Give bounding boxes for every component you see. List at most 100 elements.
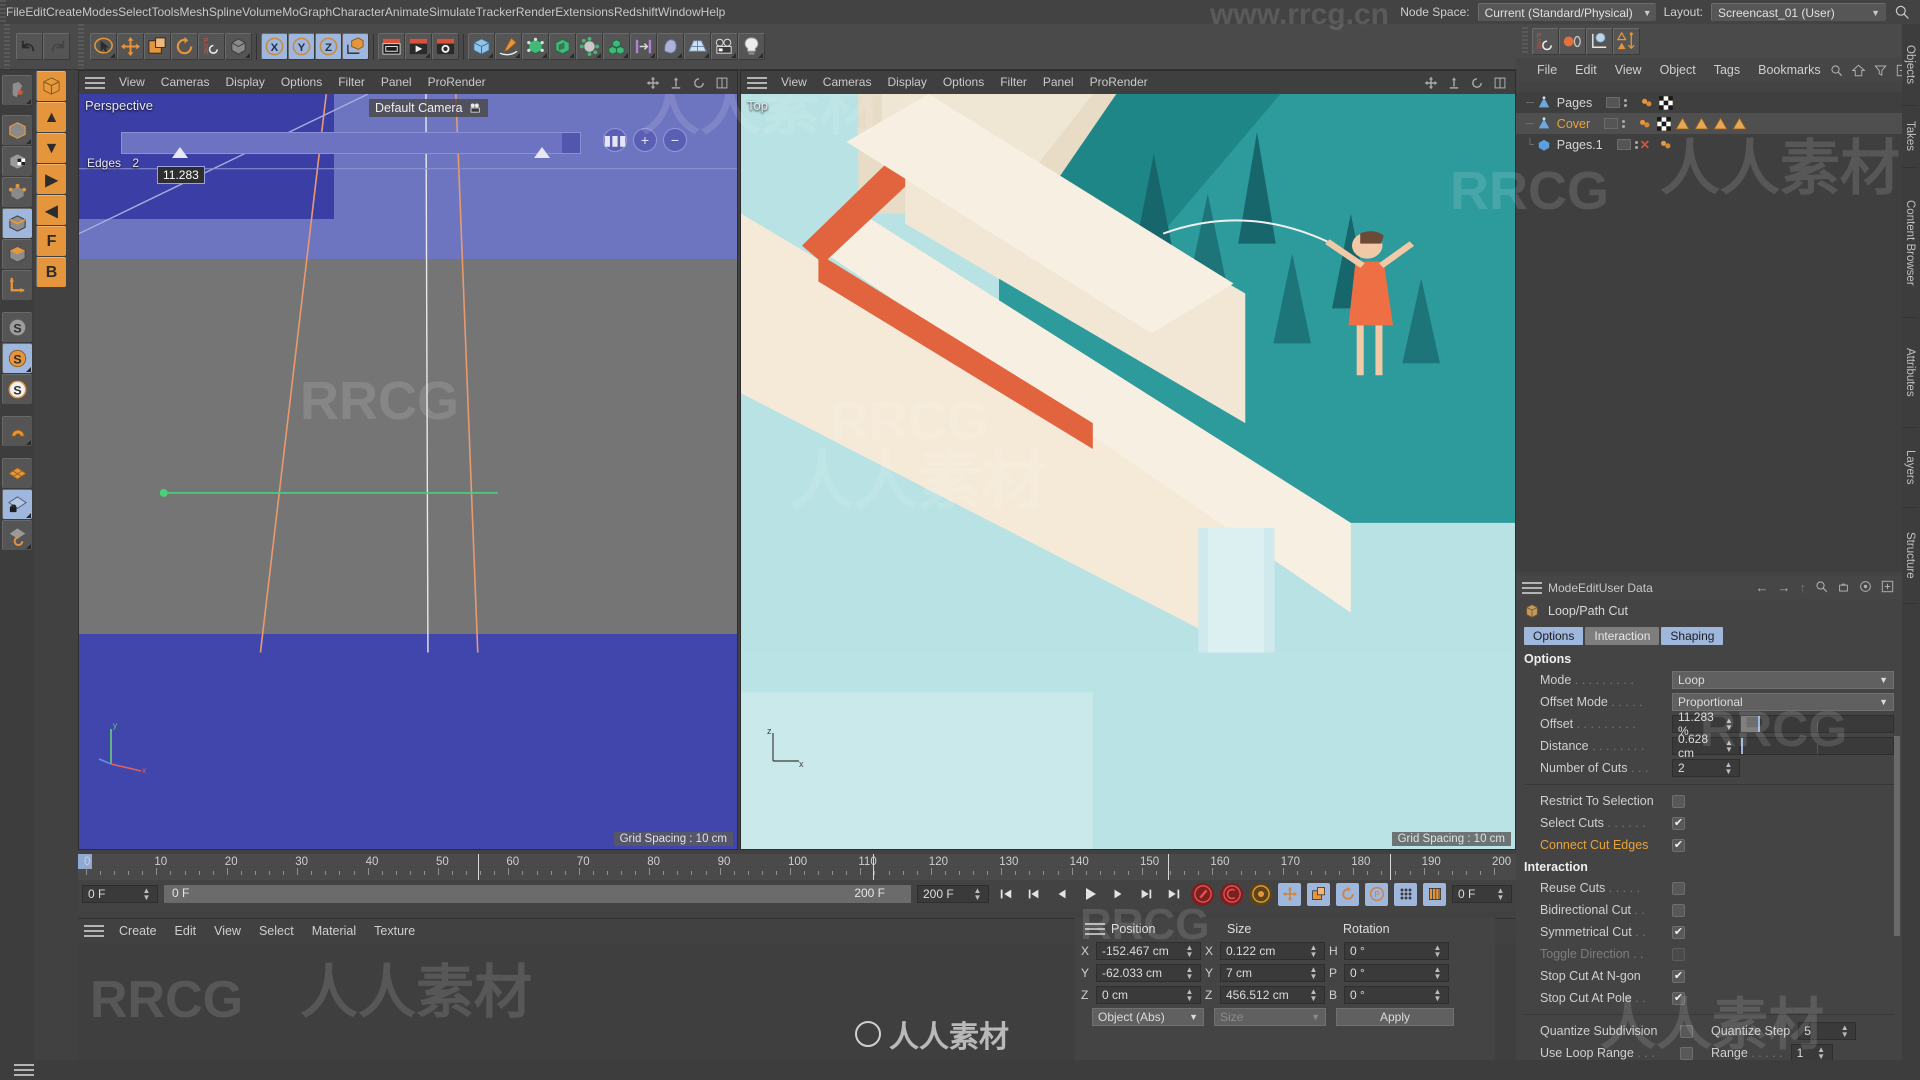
hud-pause-button[interactable]: ▮▮▮ — [603, 128, 627, 152]
menu-item-redshift[interactable]: Redshift — [614, 5, 658, 19]
points-mode[interactable] — [2, 177, 32, 207]
menu-item-modes[interactable]: Modes — [82, 5, 118, 19]
menu-item-character[interactable]: Character — [332, 5, 385, 19]
spinner-icon[interactable]: ▲ ▼ — [1308, 944, 1319, 959]
hud-minus-button[interactable]: − — [663, 128, 687, 152]
view-left-button[interactable]: ◀ — [36, 195, 66, 225]
attr-menu-user-data[interactable]: User Data — [1599, 581, 1653, 595]
menu-item-extensions[interactable]: Extensions — [555, 5, 614, 19]
maximize-view-icon[interactable] — [715, 76, 729, 90]
node-space-dropdown[interactable]: Current (Standard/Physical) ▼ — [1477, 3, 1656, 21]
om-menu-view[interactable]: View — [1606, 58, 1651, 82]
vp-right-menu-panel[interactable]: Panel — [1035, 71, 1082, 94]
object-tree[interactable]: ─ Pages ─ Cover └ Pages.1 ✕ — [1516, 92, 1902, 572]
enable-axis-modification[interactable]: S — [2, 312, 32, 342]
hud-plus-button[interactable]: + — [633, 128, 657, 152]
visibility-off-icon[interactable]: ✕ — [1640, 137, 1650, 152]
filter-icon[interactable] — [1873, 64, 1887, 77]
menu-item-simulate[interactable]: Simulate — [429, 5, 476, 19]
toolbar-grip-1[interactable] — [4, 24, 10, 69]
use-loop-range-checkbox[interactable] — [1680, 1046, 1693, 1060]
world-object-axis-toggle[interactable] — [225, 33, 252, 60]
search-icon[interactable] — [1894, 4, 1910, 20]
om-enable-button[interactable] — [1559, 27, 1586, 55]
menu-item-volume[interactable]: Volume — [242, 5, 282, 19]
pla-key-button[interactable]: P — [1365, 882, 1388, 906]
search-icon[interactable] — [1830, 64, 1843, 77]
coordinates-hamburger-icon[interactable] — [1085, 921, 1105, 937]
spinner-icon[interactable]: ▲ ▼ — [1432, 966, 1443, 981]
timeline-view-button[interactable] — [1423, 882, 1446, 906]
keyframe-settings-button[interactable] — [1249, 882, 1272, 906]
go-to-start-button[interactable] — [995, 883, 1017, 905]
stop-cut-at-ngon-checkbox[interactable] — [1672, 969, 1685, 983]
autokey-button[interactable] — [1220, 882, 1243, 906]
deformer-tag-icon[interactable] — [1732, 117, 1747, 130]
spinner-icon[interactable]: ▲ ▼ — [1816, 1046, 1827, 1061]
object-row-pages-1[interactable]: └ Pages.1 ✕ — [1516, 134, 1902, 155]
vp-right-menu-view[interactable]: View — [773, 71, 815, 94]
om-menu-edit[interactable]: Edit — [1566, 58, 1606, 82]
timeline-range-bar[interactable]: 0 F 200 F — [164, 885, 911, 903]
checker-tag-icon[interactable] — [1659, 95, 1674, 110]
mat-menu-edit[interactable]: Edit — [166, 919, 206, 943]
offset-mode-dropdown[interactable]: Proportional ▼ — [1672, 693, 1894, 711]
spinner-icon[interactable]: ▲ ▼ — [1184, 988, 1195, 1003]
vp-left-menu-filter[interactable]: Filter — [330, 71, 373, 94]
offset-slider-handle[interactable] — [1758, 716, 1761, 732]
mat-menu-texture[interactable]: Texture — [365, 919, 424, 943]
rotation-h-field[interactable]: 0 ° ▲ ▼ — [1344, 942, 1449, 960]
target-icon[interactable] — [1859, 580, 1872, 593]
vp-left-menu-view[interactable]: View — [111, 71, 153, 94]
select-cuts-checkbox[interactable] — [1672, 816, 1685, 830]
menu-item-help[interactable]: Help — [701, 5, 726, 19]
home-icon[interactable] — [1851, 64, 1865, 77]
vp-right-menu-filter[interactable]: Filter — [992, 71, 1035, 94]
viewport-left-hamburger-icon[interactable] — [85, 75, 105, 91]
menu-item-select[interactable]: Select — [118, 5, 151, 19]
attributes-scrollbar-thumb[interactable] — [1894, 736, 1900, 936]
rotate-view-icon[interactable] — [692, 76, 706, 90]
menu-item-window[interactable]: Window — [658, 5, 701, 19]
material-manager-hamburger-icon[interactable] — [84, 923, 104, 939]
tab-shaping[interactable]: Shaping — [1661, 627, 1724, 645]
position-y-field[interactable]: -62.033 cm ▲ ▼ — [1096, 964, 1201, 982]
menu-grip[interactable] — [0, 0, 6, 24]
object-row-pages[interactable]: ─ Pages — [1516, 92, 1902, 113]
position-z-field[interactable]: 0 cm ▲ ▼ — [1096, 986, 1201, 1004]
reuse-cuts-checkbox[interactable] — [1672, 881, 1685, 895]
visibility-dots[interactable] — [1634, 140, 1638, 149]
menu-item-file[interactable]: File — [6, 5, 25, 19]
spinner-icon[interactable]: ▲ ▼ — [1723, 761, 1734, 776]
add-camera[interactable] — [711, 33, 738, 60]
material-tag-icon[interactable] — [1641, 97, 1655, 109]
distance-value-field[interactable]: 0.628 cm ▲ ▼ — [1672, 732, 1740, 760]
lock-workplane[interactable] — [2, 489, 32, 519]
live-selection-tool[interactable] — [90, 33, 117, 60]
om-psr-button[interactable]: P S R — [1532, 27, 1559, 55]
attr-menu-edit[interactable]: Edit — [1578, 581, 1599, 595]
rotation-b-field[interactable]: 0 ° ▲ ▼ — [1344, 986, 1449, 1004]
add-effector[interactable] — [630, 33, 657, 60]
bidirectional-cut-checkbox[interactable] — [1672, 903, 1685, 917]
axis-mode[interactable] — [2, 270, 32, 300]
vp-left-menu-options[interactable]: Options — [273, 71, 330, 94]
play-button[interactable] — [1079, 883, 1101, 905]
vtab-content-browser[interactable]: Content Browser — [1902, 168, 1918, 318]
object-row-cover[interactable]: ─ Cover — [1516, 113, 1902, 134]
size-z-field[interactable]: 456.512 cm ▲ ▼ — [1220, 986, 1325, 1004]
vp-right-menu-cameras[interactable]: Cameras — [815, 71, 880, 94]
menu-item-tools[interactable]: Tools — [151, 5, 179, 19]
scale-tool[interactable] — [144, 33, 171, 60]
record-keyframe-button[interactable] — [1191, 882, 1214, 906]
menu-item-mograph[interactable]: MoGraph — [282, 5, 332, 19]
menu-item-animate[interactable]: Animate — [385, 5, 429, 19]
texture-mode[interactable] — [2, 146, 32, 176]
add-spline[interactable] — [495, 33, 522, 60]
viewport-left-camera-label[interactable]: Default Camera — [369, 99, 489, 117]
zoom-view-icon[interactable] — [1447, 76, 1461, 90]
distance-slider-handle[interactable] — [1741, 738, 1743, 754]
add-cube-primitive[interactable] — [468, 33, 495, 60]
spinner-icon[interactable]: ▲ ▼ — [141, 887, 152, 902]
scale-key-button[interactable] — [1307, 882, 1330, 906]
